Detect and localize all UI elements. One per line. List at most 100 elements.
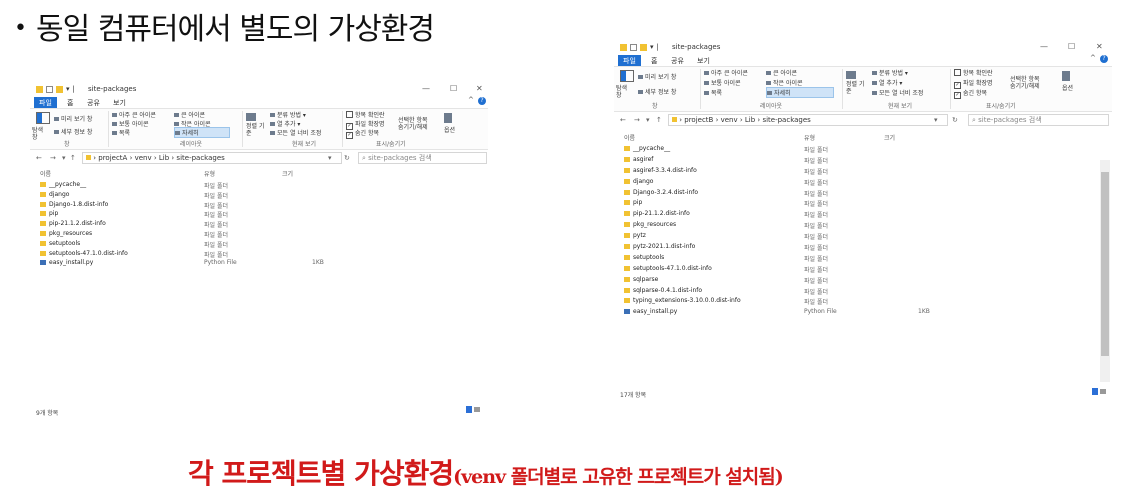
file-row[interactable]: typing_extensions-3.10.0.0.dist-info 파일 폴… xyxy=(614,296,1112,307)
collapse-ribbon-icon[interactable]: ^ xyxy=(468,96,474,104)
file-row[interactable]: Django-3.2.4.dist-info 파일 폴더 xyxy=(614,188,1112,199)
file-row[interactable]: asgiref 파일 폴더 xyxy=(614,155,1112,166)
view-toggle[interactable] xyxy=(466,406,480,413)
file-row[interactable]: django 파일 폴더 xyxy=(30,190,488,200)
layout-list[interactable]: 목록 xyxy=(704,88,722,97)
forward-icon[interactable]: → xyxy=(50,154,56,162)
file-row[interactable]: pkg_resources 파일 폴더 xyxy=(614,220,1112,231)
column-type-header[interactable]: 유형 xyxy=(204,169,215,178)
details-pane-button[interactable]: 세부 정보 창 xyxy=(54,127,92,136)
new-folder-icon[interactable] xyxy=(640,43,647,51)
hidden-items-toggle[interactable]: ✓ 숨긴 항목 xyxy=(346,128,379,139)
file-row[interactable]: easy_install.py Python File 1KB xyxy=(614,307,1112,318)
file-row[interactable]: Django-1.8.dist-info 파일 폴더 xyxy=(30,200,488,210)
file-row[interactable]: easy_install.py Python File 1KB xyxy=(30,258,488,268)
details-pane-button[interactable]: 세부 정보 창 xyxy=(638,87,676,96)
options-button[interactable]: 옵션 xyxy=(1062,71,1073,92)
file-row[interactable]: pytz 파일 폴더 xyxy=(614,231,1112,242)
file-row[interactable]: pip-21.1.2.dist-info 파일 폴더 xyxy=(614,209,1112,220)
hide-selected-button[interactable]: 선택한 항목 숨기기/해제 xyxy=(1010,76,1044,90)
breadcrumb[interactable]: › projectA › venv › Lib › site-packages xyxy=(86,154,225,162)
help-icon[interactable]: ? xyxy=(1100,55,1108,63)
recent-dropdown-icon[interactable]: ▾ xyxy=(62,154,66,162)
properties-icon[interactable] xyxy=(630,43,637,51)
properties-icon[interactable] xyxy=(46,85,53,93)
help-icon[interactable]: ? xyxy=(478,97,486,105)
item-checkbox-toggle[interactable]: 항목 확인란 xyxy=(954,68,993,77)
layout-details[interactable]: 자세히 xyxy=(174,127,230,138)
search-box[interactable]: ⌕ site-packages 검색 xyxy=(968,114,1109,126)
layout-medium-icons[interactable]: 보통 아이콘 xyxy=(112,119,149,128)
up-icon[interactable]: ↑ xyxy=(70,154,76,162)
layout-large-icons[interactable]: 큰 아이콘 xyxy=(174,110,205,119)
file-row[interactable]: setuptools-47.1.0.dist-info 파일 폴더 xyxy=(30,249,488,259)
file-row[interactable]: __pycache__ 파일 폴더 xyxy=(30,180,488,190)
column-name-header[interactable]: 이름 xyxy=(624,133,635,142)
file-row[interactable]: pip 파일 폴더 xyxy=(30,209,488,219)
address-dropdown-icon[interactable]: ▾ xyxy=(328,154,332,162)
file-row[interactable]: pkg_resources 파일 폴더 xyxy=(30,229,488,239)
fit-columns-button[interactable]: 모든 열 너비 조정 xyxy=(872,88,923,97)
breadcrumb[interactable]: › projectB › venv › Lib › site-packages xyxy=(672,116,811,124)
tiles-view-icon[interactable] xyxy=(474,407,480,412)
file-row[interactable]: pip 파일 폴더 xyxy=(614,198,1112,209)
view-toggle[interactable] xyxy=(1092,388,1106,395)
column-size-header[interactable]: 크기 xyxy=(884,133,895,142)
layout-details[interactable]: 자세히 xyxy=(766,87,834,98)
column-size-header[interactable]: 크기 xyxy=(282,169,293,178)
minimize-button[interactable]: — xyxy=(422,84,430,93)
file-row[interactable]: setuptools-47.1.0.dist-info 파일 폴더 xyxy=(614,264,1112,275)
qat-dropdown-icon[interactable]: ▾ xyxy=(66,85,70,93)
layout-xl-icons[interactable]: 아주 큰 아이콘 xyxy=(112,110,156,119)
add-columns-button[interactable]: 열 추가 ▾ xyxy=(872,78,902,87)
sort-by-button[interactable]: 정렬 기준 xyxy=(246,113,268,137)
item-checkbox-toggle[interactable]: 항목 확인란 xyxy=(346,110,385,119)
back-icon[interactable]: ← xyxy=(36,154,42,162)
maximize-button[interactable]: ☐ xyxy=(450,84,457,93)
vertical-scrollbar[interactable] xyxy=(1100,160,1110,382)
collapse-ribbon-icon[interactable]: ^ xyxy=(1090,54,1096,62)
close-button[interactable]: ✕ xyxy=(1096,42,1103,51)
file-row[interactable]: sqlparse-0.4.1.dist-info 파일 폴더 xyxy=(614,286,1112,297)
minimize-button[interactable]: — xyxy=(1040,42,1048,51)
preview-pane-button[interactable]: 미리 보기 창 xyxy=(638,72,676,81)
file-row[interactable]: setuptools 파일 폴더 xyxy=(30,239,488,249)
file-row[interactable]: pytz-2021.1.dist-info 파일 폴더 xyxy=(614,242,1112,253)
nav-pane-button[interactable]: 탐색 창 xyxy=(616,85,630,99)
hide-selected-button[interactable]: 선택한 항목 숨기기/해제 xyxy=(398,117,428,131)
refresh-icon[interactable]: ↻ xyxy=(952,116,958,124)
search-box[interactable]: ⌕ site-packages 검색 xyxy=(358,152,487,164)
layout-list[interactable]: 목록 xyxy=(112,128,130,137)
details-view-icon[interactable] xyxy=(466,406,472,413)
file-row[interactable]: asgiref-3.3.4.dist-info 파일 폴더 xyxy=(614,166,1112,177)
file-row[interactable]: pip-21.1.2.dist-info 파일 폴더 xyxy=(30,219,488,229)
recent-dropdown-icon[interactable]: ▾ xyxy=(646,116,650,124)
refresh-icon[interactable]: ↻ xyxy=(344,154,350,162)
fit-columns-button[interactable]: 모든 열 너비 조정 xyxy=(270,128,321,137)
close-button[interactable]: ✕ xyxy=(476,84,483,93)
layout-medium-icons[interactable]: 보통 아이콘 xyxy=(704,78,741,87)
tiles-view-icon[interactable] xyxy=(1100,389,1106,394)
file-row[interactable]: django 파일 폴더 xyxy=(614,177,1112,188)
scrollbar-thumb[interactable] xyxy=(1101,172,1109,356)
address-dropdown-icon[interactable]: ▾ xyxy=(934,116,938,124)
layout-large-icons[interactable]: 큰 아이콘 xyxy=(766,68,797,77)
file-row[interactable]: sqlparse 파일 폴더 xyxy=(614,275,1112,286)
maximize-button[interactable]: ☐ xyxy=(1068,42,1075,51)
qat-dropdown-icon[interactable]: ▾ xyxy=(650,43,654,51)
group-by-button[interactable]: 분류 방법 ▾ xyxy=(270,110,306,119)
preview-pane-button[interactable]: 미리 보기 창 xyxy=(54,114,92,123)
nav-pane-button[interactable]: 탐색 창 xyxy=(32,127,46,141)
file-row[interactable]: setuptools 파일 폴더 xyxy=(614,253,1112,264)
options-button[interactable]: 옵션 xyxy=(444,113,455,134)
forward-icon[interactable]: → xyxy=(634,116,640,124)
sort-by-button[interactable]: 정렬 기준 xyxy=(846,71,868,95)
back-icon[interactable]: ← xyxy=(620,116,626,124)
layout-small-icons[interactable]: 작은 아이콘 xyxy=(766,78,803,87)
hidden-items-toggle[interactable]: ✓ 숨긴 항목 xyxy=(954,88,987,99)
file-row[interactable]: __pycache__ 파일 폴더 xyxy=(614,144,1112,155)
layout-xl-icons[interactable]: 아주 큰 아이콘 xyxy=(704,68,748,77)
details-view-icon[interactable] xyxy=(1092,388,1098,395)
group-by-button[interactable]: 분류 방법 ▾ xyxy=(872,68,908,77)
new-folder-icon[interactable] xyxy=(56,85,63,93)
